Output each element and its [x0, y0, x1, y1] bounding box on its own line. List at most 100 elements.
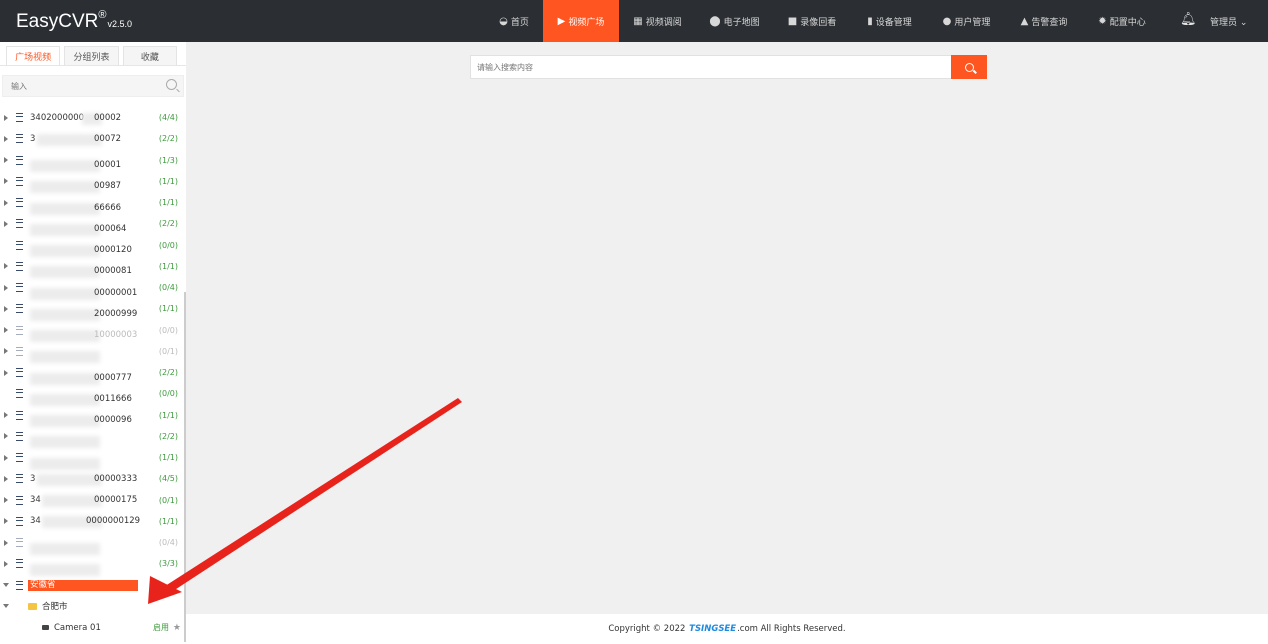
device-id-suffix: 0000081 [94, 266, 132, 277]
tab-favorites[interactable]: 收藏 [122, 46, 177, 66]
device-tree-row[interactable]: 3 00072 (2/2) [0, 128, 186, 149]
search-icon [964, 62, 974, 72]
device-tree-row[interactable]: 20000999 (1/1) [0, 298, 186, 321]
bell-icon[interactable]: 🔔︎ [1180, 12, 1197, 27]
caret-right-icon[interactable] [4, 178, 8, 185]
device-tree-row[interactable]: (2/2) [0, 426, 186, 449]
channel-count: (1/1) [158, 516, 178, 526]
brand-logo-text[interactable]: TSINGSEE [689, 624, 736, 634]
caret-right-icon[interactable] [4, 369, 8, 376]
device-tree-row[interactable]: 3402000000 00002 (4/4) [0, 107, 186, 128]
nav-label: 电子地图 [723, 17, 760, 28]
gear-icon: ✹ [1098, 15, 1107, 27]
device-tree-row[interactable]: 34 0000000129 (1/1) [0, 511, 186, 532]
sidebar-search-input[interactable] [3, 76, 169, 96]
tab-square-videos[interactable]: 广场视频 [6, 46, 61, 66]
caret-right-icon[interactable] [4, 560, 8, 567]
search-button[interactable] [951, 55, 987, 79]
channel-count: (0/0) [158, 325, 178, 335]
caret-right-icon[interactable] [4, 348, 8, 355]
nav-item-playback[interactable]: ■ 录像回看 [773, 0, 851, 42]
user-menu[interactable]: 管理员 ⌄ [1210, 15, 1247, 28]
caret-right-icon[interactable] [4, 475, 8, 482]
device-tree-row[interactable]: (0/4) [0, 532, 186, 555]
grid-view-icon: ▦ [633, 15, 643, 27]
province-label: 安徽省 [28, 579, 138, 591]
device-tree-row[interactable]: 000064 (2/2) [0, 213, 186, 236]
nav-item-device-mgmt[interactable]: ▮ 设备管理 [851, 0, 928, 42]
device-tree-row[interactable]: 00987 (1/1) [0, 171, 186, 194]
device-id-prefix: 3402000000 [30, 112, 85, 123]
tab-divider [0, 65, 186, 66]
tree-node-city[interactable]: 合肥市 [0, 596, 186, 617]
device-tree-row[interactable]: 0000096 (1/1) [0, 405, 186, 428]
device-tree-row[interactable]: (0/1) [0, 341, 186, 364]
caret-down-icon[interactable] [3, 583, 9, 588]
tree-node-province[interactable]: 安徽省 [0, 575, 186, 596]
device-id-suffix: 0000120 [94, 245, 132, 256]
device-label: 3 00000333 [30, 473, 137, 486]
tab-group-list[interactable]: 分组列表 [64, 46, 119, 66]
caret-right-icon[interactable] [4, 412, 8, 419]
nav-item-config[interactable]: ✹ 配置中心 [1083, 0, 1161, 42]
device-tree-row[interactable]: 0000081 (1/1) [0, 256, 186, 279]
device-tree-row[interactable]: 66666 (1/1) [0, 192, 186, 215]
caret-right-icon[interactable] [4, 497, 8, 504]
nav-item-user-mgmt[interactable]: ● 用户管理 [928, 0, 1005, 42]
device-tree-row[interactable]: 00001 (1/3) [0, 150, 186, 173]
alarm-icon: ▲ [1020, 15, 1029, 27]
caret-right-icon[interactable] [4, 199, 8, 206]
device-tree: 3402000000 00002 (4/4) 3 00072 (2/2) 00001 (1/3… [0, 107, 186, 638]
device-tree-row[interactable]: 3 00000333 (4/5) [0, 468, 186, 489]
device-tree-row[interactable]: (3/3) [0, 553, 186, 576]
main-search-input[interactable] [471, 56, 953, 78]
caret-right-icon[interactable] [4, 433, 8, 440]
nav-label: 用户管理 [954, 17, 991, 28]
caret-right-icon[interactable] [4, 157, 8, 164]
nav-label: 录像回看 [800, 17, 837, 28]
sidebar-scrollbar[interactable] [184, 292, 186, 642]
device-tree-row[interactable]: 0000777 (2/2) [0, 362, 186, 385]
device-label: 34 0000000129 [30, 516, 140, 529]
device-tree-row[interactable]: 10000003 (0/0) [0, 320, 186, 343]
caret-right-icon[interactable] [4, 539, 8, 546]
nav-item-video-square[interactable]: ▶ 视频广场 [543, 0, 619, 42]
nav-item-home[interactable]: ◒ 首页 [485, 0, 543, 42]
device-id-prefix: 3 [30, 133, 36, 144]
nav-item-video-browse[interactable]: ▦ 视频调阅 [619, 0, 696, 42]
device-tree-row[interactable]: 34 00000175 (0/1) [0, 490, 186, 511]
caret-right-icon[interactable] [4, 327, 8, 334]
device-icon [16, 368, 23, 378]
caret-right-icon[interactable] [4, 305, 8, 312]
channel-count: (1/1) [158, 261, 178, 271]
device-tree-row[interactable]: (1/1) [0, 447, 186, 470]
device-tree-row[interactable]: 0000120 (0/0) [0, 235, 186, 258]
caret-right-icon[interactable] [4, 263, 8, 270]
device-id-suffix: 10000003 [94, 330, 138, 341]
caret-right-icon[interactable] [4, 220, 8, 227]
device-icon [16, 346, 23, 356]
caret-down-icon[interactable] [3, 604, 9, 609]
footer: Copyright © 2022 TSINGSEE .com All Rights… [186, 614, 1268, 644]
app-logo[interactable]: EasyCVR®v2.5.0 [16, 9, 132, 33]
device-id-suffix: 000064 [94, 223, 127, 234]
caret-right-icon[interactable] [4, 135, 8, 142]
caret-right-icon[interactable] [4, 454, 8, 461]
caret-right-icon[interactable] [4, 518, 8, 525]
channel-count: (0/0) [158, 389, 178, 399]
device-id-prefix: 34 [30, 495, 41, 506]
nav-label: 首页 [510, 17, 529, 28]
channel-count: (1/3) [158, 155, 178, 165]
device-tree-row[interactable]: 0011666 (0/0) [0, 383, 186, 406]
nav-item-emap[interactable]: ⬤ 电子地图 [696, 0, 773, 42]
caret-right-icon[interactable] [4, 284, 8, 291]
tree-node-camera[interactable]: Camera 01 启用 ★ [0, 617, 186, 638]
search-icon[interactable] [166, 79, 177, 90]
device-icon [16, 474, 23, 484]
nav-item-alarm-query[interactable]: ▲ 告警查询 [1005, 0, 1083, 42]
channel-count: (2/2) [158, 431, 178, 441]
star-icon[interactable]: ★ [173, 623, 181, 633]
caret-right-icon[interactable] [4, 114, 8, 121]
channel-count: (4/5) [158, 474, 178, 484]
device-tree-row[interactable]: 00000001 (0/4) [0, 277, 186, 300]
